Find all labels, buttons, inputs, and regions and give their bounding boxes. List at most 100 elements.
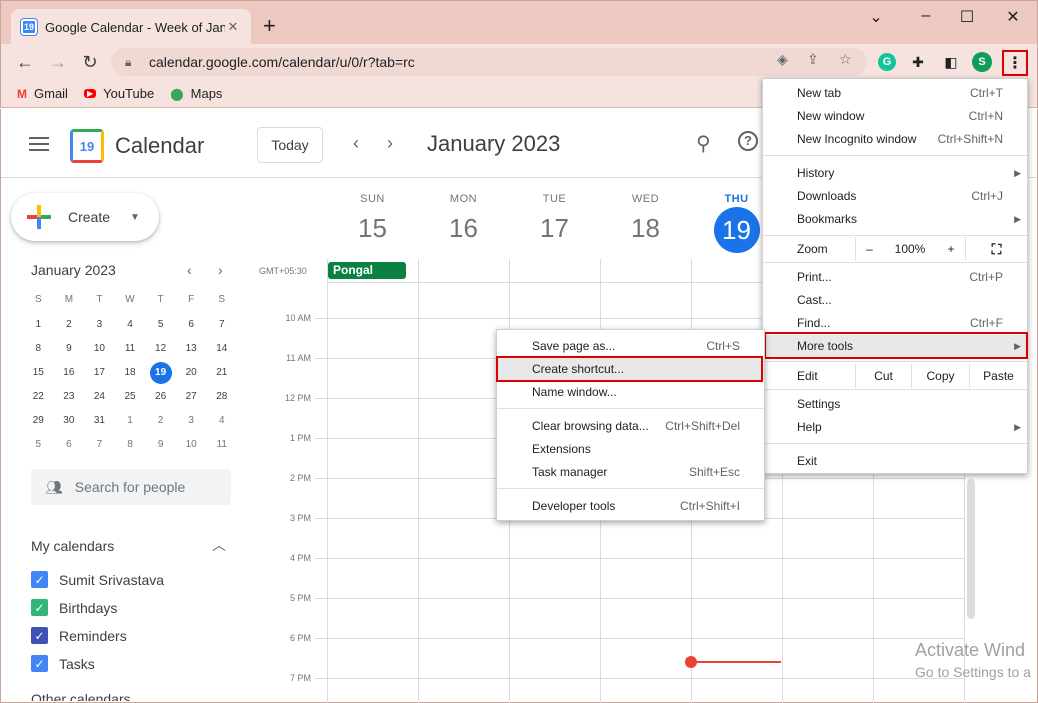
day-header-tue[interactable]: TUE 17 bbox=[509, 193, 600, 244]
mini-day[interactable]: 11 bbox=[115, 337, 146, 361]
mini-day[interactable]: 1 bbox=[115, 409, 146, 433]
search-people-input[interactable]: 👥︎ Search for people bbox=[31, 469, 231, 505]
eye-icon[interactable]: ◈ bbox=[777, 51, 788, 68]
mini-day-selected[interactable]: 19 bbox=[145, 361, 176, 385]
tab-search-icon[interactable]: ⌄ bbox=[866, 7, 886, 27]
new-tab-icon[interactable]: + bbox=[263, 15, 276, 37]
menu-create-shortcut[interactable]: Create shortcut... bbox=[497, 358, 764, 380]
menu-print[interactable]: Print... Ctrl+P bbox=[763, 266, 1027, 288]
calendar-item[interactable]: ✓ Reminders bbox=[31, 627, 127, 644]
day-header-mon[interactable]: MON 16 bbox=[418, 193, 509, 244]
mini-day[interactable]: 8 bbox=[115, 433, 146, 457]
menu-bookmarks[interactable]: Bookmarks ▶ bbox=[763, 208, 1027, 230]
mini-day[interactable]: 15 bbox=[23, 361, 54, 385]
mini-day[interactable]: 8 bbox=[23, 337, 54, 361]
menu-help[interactable]: Help ▶ bbox=[763, 416, 1027, 438]
mini-day[interactable]: 25 bbox=[115, 385, 146, 409]
mini-day[interactable]: 2 bbox=[145, 409, 176, 433]
menu-name-window[interactable]: Name window... bbox=[497, 381, 764, 403]
checkbox-checked-icon[interactable]: ✓ bbox=[31, 627, 48, 644]
zoom-out-button[interactable]: – bbox=[855, 237, 883, 261]
mini-day[interactable]: 9 bbox=[145, 433, 176, 457]
mini-day[interactable]: 1 bbox=[23, 313, 54, 337]
menu-exit[interactable]: Exit bbox=[763, 450, 1027, 472]
bookmark-star-icon[interactable]: ☆ bbox=[839, 51, 852, 68]
checkbox-checked-icon[interactable]: ✓ bbox=[31, 571, 48, 588]
address-bar[interactable]: 🔒︎ calendar.google.com/calendar/u/0/r?ta… bbox=[111, 48, 867, 76]
bookmark-youtube[interactable]: ▶ YouTube bbox=[83, 86, 154, 101]
mini-next-icon[interactable]: › bbox=[218, 262, 223, 278]
copy-button[interactable]: Copy bbox=[911, 364, 969, 388]
mini-day[interactable]: 7 bbox=[84, 433, 115, 457]
browser-tab[interactable]: 19 Google Calendar - Week of Janu ✕ bbox=[11, 9, 251, 45]
mini-prev-icon[interactable]: ‹ bbox=[187, 262, 192, 278]
menu-developer-tools[interactable]: Developer tools Ctrl+Shift+I bbox=[497, 495, 764, 517]
mini-day[interactable]: 11 bbox=[206, 433, 237, 457]
share-icon[interactable]: ⇪ bbox=[807, 51, 819, 68]
mini-day[interactable]: 10 bbox=[176, 433, 207, 457]
menu-new-incognito[interactable]: New Incognito window Ctrl+Shift+N bbox=[763, 128, 1027, 150]
mini-day[interactable]: 29 bbox=[23, 409, 54, 433]
mini-day[interactable]: 28 bbox=[206, 385, 237, 409]
minimize-icon[interactable]: – bbox=[916, 7, 936, 25]
forward-icon[interactable]: → bbox=[46, 50, 70, 74]
window-close-icon[interactable]: ✕ bbox=[1003, 7, 1023, 27]
allday-event[interactable]: Pongal bbox=[328, 262, 406, 279]
mini-day[interactable]: 3 bbox=[176, 409, 207, 433]
menu-save-page[interactable]: Save page as... Ctrl+S bbox=[497, 335, 764, 357]
mini-day[interactable]: 18 bbox=[115, 361, 146, 385]
prev-week-icon[interactable]: ‹ bbox=[353, 133, 359, 154]
mini-day[interactable]: 4 bbox=[206, 409, 237, 433]
menu-cast[interactable]: Cast... bbox=[763, 289, 1027, 311]
zoom-in-button[interactable]: + bbox=[937, 237, 965, 261]
mini-day[interactable]: 13 bbox=[176, 337, 207, 361]
day-date[interactable]: 15 bbox=[327, 213, 418, 244]
grid-scrollbar[interactable] bbox=[967, 479, 975, 619]
checkbox-checked-icon[interactable]: ✓ bbox=[31, 599, 48, 616]
other-calendars-title[interactable]: Other calendars bbox=[31, 691, 131, 701]
mini-day[interactable]: 26 bbox=[145, 385, 176, 409]
mini-day[interactable]: 2 bbox=[54, 313, 85, 337]
day-date[interactable]: 18 bbox=[600, 213, 691, 244]
menu-find[interactable]: Find... Ctrl+F bbox=[763, 312, 1027, 334]
menu-settings[interactable]: Settings bbox=[763, 393, 1027, 415]
mini-day[interactable]: 14 bbox=[206, 337, 237, 361]
menu-more-tools[interactable]: More tools ▶ bbox=[763, 335, 1027, 357]
day-header-sun[interactable]: SUN 15 bbox=[327, 193, 418, 244]
back-icon[interactable]: ← bbox=[13, 50, 37, 74]
grammarly-icon[interactable]: G bbox=[878, 53, 896, 71]
mini-day[interactable]: 5 bbox=[23, 433, 54, 457]
bookmark-gmail[interactable]: M Gmail bbox=[17, 86, 68, 101]
extensions-icon[interactable]: ✚ bbox=[909, 53, 927, 71]
mini-day[interactable]: 12 bbox=[145, 337, 176, 361]
mini-day[interactable]: 31 bbox=[84, 409, 115, 433]
calendar-logo[interactable]: 19 bbox=[70, 129, 104, 163]
main-menu-icon[interactable] bbox=[29, 137, 49, 155]
calendar-item[interactable]: ✓ Sumit Srivastava bbox=[31, 571, 164, 588]
mini-day[interactable]: 16 bbox=[54, 361, 85, 385]
mini-day[interactable]: 27 bbox=[176, 385, 207, 409]
mini-day[interactable]: 22 bbox=[23, 385, 54, 409]
side-panel-icon[interactable]: ◧ bbox=[942, 53, 960, 71]
menu-clear-browsing[interactable]: Clear browsing data... Ctrl+Shift+Del bbox=[497, 415, 764, 437]
fullscreen-icon[interactable]: ⛶ bbox=[965, 237, 1027, 261]
calendar-item[interactable]: ✓ Birthdays bbox=[31, 599, 117, 616]
mini-day[interactable]: 6 bbox=[54, 433, 85, 457]
search-icon[interactable]: ⚲ bbox=[696, 131, 711, 156]
help-icon[interactable]: ? bbox=[738, 131, 758, 151]
cut-button[interactable]: Cut bbox=[855, 364, 911, 388]
checkbox-checked-icon[interactable]: ✓ bbox=[31, 655, 48, 672]
chevron-up-icon[interactable]: ︿ bbox=[212, 535, 226, 555]
mini-day[interactable]: 7 bbox=[206, 313, 237, 337]
day-date[interactable]: 16 bbox=[418, 213, 509, 244]
mini-day[interactable]: 17 bbox=[84, 361, 115, 385]
menu-new-window[interactable]: New window Ctrl+N bbox=[763, 105, 1027, 127]
tab-close-icon[interactable]: ✕ bbox=[225, 19, 241, 35]
mini-day[interactable]: 10 bbox=[84, 337, 115, 361]
next-week-icon[interactable]: › bbox=[387, 133, 393, 154]
day-date[interactable]: 17 bbox=[509, 213, 600, 244]
mini-day[interactable]: 5 bbox=[145, 313, 176, 337]
today-button[interactable]: Today bbox=[257, 127, 323, 163]
my-calendars-title[interactable]: My calendars bbox=[31, 538, 114, 554]
mini-day[interactable]: 24 bbox=[84, 385, 115, 409]
